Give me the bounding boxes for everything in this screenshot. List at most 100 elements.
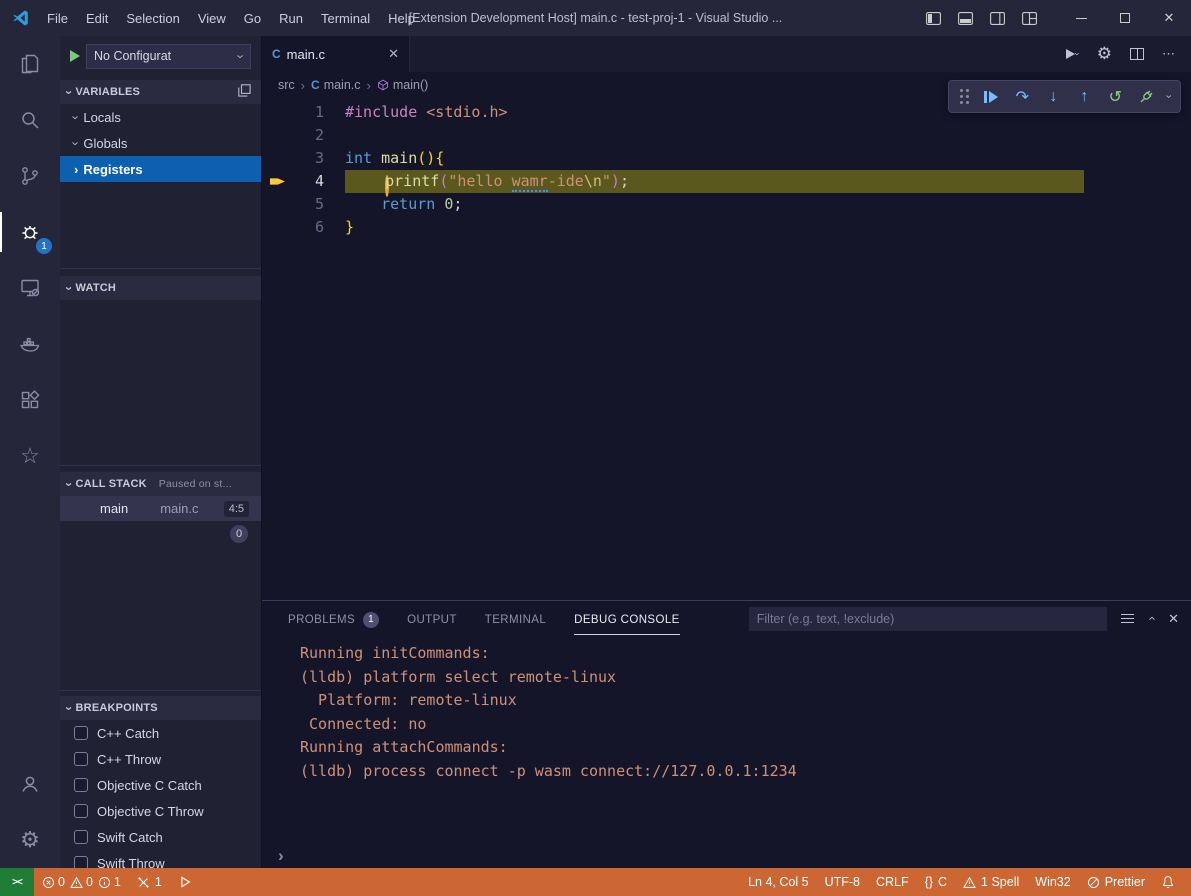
source-control-icon[interactable] bbox=[0, 148, 60, 204]
favorites-star-icon[interactable]: ☆ bbox=[0, 428, 60, 484]
platform-status[interactable]: Win32 bbox=[1027, 868, 1078, 896]
code-line-6[interactable]: 6} bbox=[262, 216, 1191, 239]
menu-go[interactable]: Go bbox=[235, 6, 270, 31]
minimize-button[interactable] bbox=[1059, 0, 1103, 36]
breakpoint-row[interactable]: Swift Throw bbox=[60, 850, 261, 868]
variables-registers-row[interactable]: › Registers bbox=[60, 156, 261, 182]
chevron-up-icon[interactable]: › bbox=[1144, 616, 1157, 620]
breakpoint-row[interactable]: Objective C Catch bbox=[60, 772, 261, 798]
spell-status[interactable]: 1 Spell bbox=[955, 868, 1027, 896]
breakpoints-header[interactable]: › BREAKPOINTS bbox=[60, 696, 261, 720]
breadcrumb-symbol[interactable]: main() bbox=[377, 78, 428, 92]
stack-frame-row[interactable]: main main.c 4:5 bbox=[60, 496, 261, 521]
open-panel-icon[interactable] bbox=[238, 84, 251, 97]
notifications-bell[interactable] bbox=[1153, 868, 1183, 896]
more-actions-icon[interactable]: ⋯ bbox=[1162, 46, 1175, 62]
step-out-button[interactable]: ↑ bbox=[1073, 85, 1095, 109]
run-and-debug-icon[interactable]: 1 bbox=[0, 204, 60, 260]
language-mode[interactable]: {} C bbox=[917, 868, 955, 896]
explorer-icon[interactable] bbox=[0, 36, 60, 92]
problems-status[interactable]: 0 0 1 bbox=[34, 868, 129, 896]
restart-button[interactable]: ↺ bbox=[1104, 85, 1126, 109]
menu-edit[interactable]: Edit bbox=[77, 6, 117, 31]
breakpoint-checkbox[interactable] bbox=[74, 726, 88, 740]
close-tab-icon[interactable]: ✕ bbox=[388, 46, 399, 62]
toggle-secondary-sidebar-icon[interactable] bbox=[990, 12, 1005, 25]
debug-status[interactable] bbox=[170, 868, 200, 896]
breakpoint-checkbox[interactable] bbox=[74, 804, 88, 818]
code-line-2[interactable]: 2 bbox=[262, 124, 1191, 147]
breakpoint-row[interactable]: Swift Catch bbox=[60, 824, 261, 850]
encoding-status[interactable]: UTF-8 bbox=[817, 868, 868, 896]
run-or-debug-button[interactable]: › bbox=[1066, 49, 1079, 59]
variables-globals-row[interactable]: › Globals bbox=[60, 130, 261, 156]
breadcrumb-file[interactable]: C main.c bbox=[311, 78, 361, 92]
breakpoint-checkbox[interactable] bbox=[74, 752, 88, 766]
chevron-right-icon: › bbox=[301, 78, 305, 93]
breakpoint-row[interactable]: C++ Catch bbox=[60, 720, 261, 746]
tools-status[interactable]: 1 bbox=[129, 868, 170, 896]
menu-terminal[interactable]: Terminal bbox=[312, 6, 379, 31]
settings-gear-icon[interactable]: ⚙ bbox=[0, 812, 60, 868]
code-line-3[interactable]: 3int main(){ bbox=[262, 147, 1191, 170]
disconnect-button[interactable] bbox=[1135, 85, 1157, 109]
menu-run[interactable]: Run bbox=[270, 6, 312, 31]
breakpoint-label: Swift Catch bbox=[97, 830, 163, 845]
breakpoint-row[interactable]: Objective C Throw bbox=[60, 798, 261, 824]
breakpoint-row[interactable]: C++ Throw bbox=[60, 746, 261, 772]
code-line-4[interactable]: 4 printf("hello wamr-ide\n"); bbox=[262, 170, 1191, 193]
debug-console-output[interactable]: Running initCommands:(lldb) platform sel… bbox=[262, 636, 1191, 844]
tab-output[interactable]: OUTPUT bbox=[407, 603, 457, 635]
breadcrumb-src[interactable]: src bbox=[278, 78, 295, 92]
tab-terminal[interactable]: TERMINAL bbox=[485, 603, 546, 635]
menu-selection[interactable]: Selection bbox=[117, 6, 188, 31]
configure-gear-icon[interactable]: ⚙ bbox=[1097, 44, 1112, 64]
variables-header[interactable]: › VARIABLES bbox=[60, 80, 261, 104]
docker-icon[interactable] bbox=[0, 316, 60, 372]
remote-explorer-icon[interactable] bbox=[0, 260, 60, 316]
menu-file[interactable]: File bbox=[38, 6, 77, 31]
cursor-position[interactable]: Ln 4, Col 5 bbox=[740, 868, 816, 896]
continue-button[interactable] bbox=[980, 85, 1002, 109]
code-line-5[interactable]: 5 return 0; bbox=[262, 193, 1191, 216]
toggle-panel-icon[interactable] bbox=[958, 12, 973, 25]
gutter-glyph-margin[interactable] bbox=[262, 216, 292, 239]
breakpoint-checkbox[interactable] bbox=[74, 778, 88, 792]
eol-status[interactable]: CRLF bbox=[868, 868, 917, 896]
tab-main-c[interactable]: C main.c ✕ bbox=[262, 36, 410, 72]
chevron-down-icon[interactable]: › bbox=[1163, 95, 1174, 99]
toggle-sidebar-icon[interactable] bbox=[926, 12, 941, 25]
menu-view[interactable]: View bbox=[189, 6, 235, 31]
filter-input[interactable] bbox=[749, 612, 1107, 626]
split-editor-icon[interactable] bbox=[1130, 48, 1144, 60]
tab-problems[interactable]: PROBLEMS 1 bbox=[288, 603, 379, 635]
gutter-glyph-margin[interactable] bbox=[262, 170, 292, 193]
breakpoint-checkbox[interactable] bbox=[74, 830, 88, 844]
search-icon[interactable] bbox=[0, 92, 60, 148]
launch-config-dropdown[interactable]: No Configurat › bbox=[86, 44, 251, 69]
debug-console-input[interactable]: › bbox=[262, 844, 1191, 868]
filter-lines-icon[interactable] bbox=[1121, 614, 1134, 623]
close-button[interactable]: ✕ bbox=[1147, 0, 1191, 36]
tab-debug-console[interactable]: DEBUG CONSOLE bbox=[574, 603, 680, 635]
accounts-icon[interactable] bbox=[0, 756, 60, 812]
gutter-glyph-margin[interactable] bbox=[262, 124, 292, 147]
maximize-button[interactable] bbox=[1103, 0, 1147, 36]
drag-handle-icon[interactable] bbox=[959, 88, 969, 106]
gutter-glyph-margin[interactable] bbox=[262, 101, 292, 124]
extensions-icon[interactable] bbox=[0, 372, 60, 428]
variables-locals-row[interactable]: › Locals bbox=[60, 104, 261, 130]
code-editor[interactable]: 1#include <stdio.h>23int main(){4 printf… bbox=[262, 98, 1191, 600]
gutter-glyph-margin[interactable] bbox=[262, 147, 292, 170]
start-debugging-icon[interactable] bbox=[70, 50, 80, 62]
watch-header[interactable]: › WATCH bbox=[60, 276, 261, 300]
call-stack-header[interactable]: › CALL STACK Paused on st... bbox=[60, 472, 261, 496]
close-panel-icon[interactable]: ✕ bbox=[1168, 611, 1179, 627]
step-into-button[interactable]: ↓ bbox=[1042, 85, 1064, 109]
gutter-glyph-margin[interactable] bbox=[262, 193, 292, 216]
breakpoint-checkbox[interactable] bbox=[74, 856, 88, 868]
customize-layout-icon[interactable] bbox=[1022, 12, 1037, 25]
step-over-button[interactable]: ↷ bbox=[1011, 85, 1033, 109]
formatter-status[interactable]: Prettier bbox=[1079, 868, 1153, 896]
remote-indicator[interactable]: >< bbox=[0, 868, 34, 896]
